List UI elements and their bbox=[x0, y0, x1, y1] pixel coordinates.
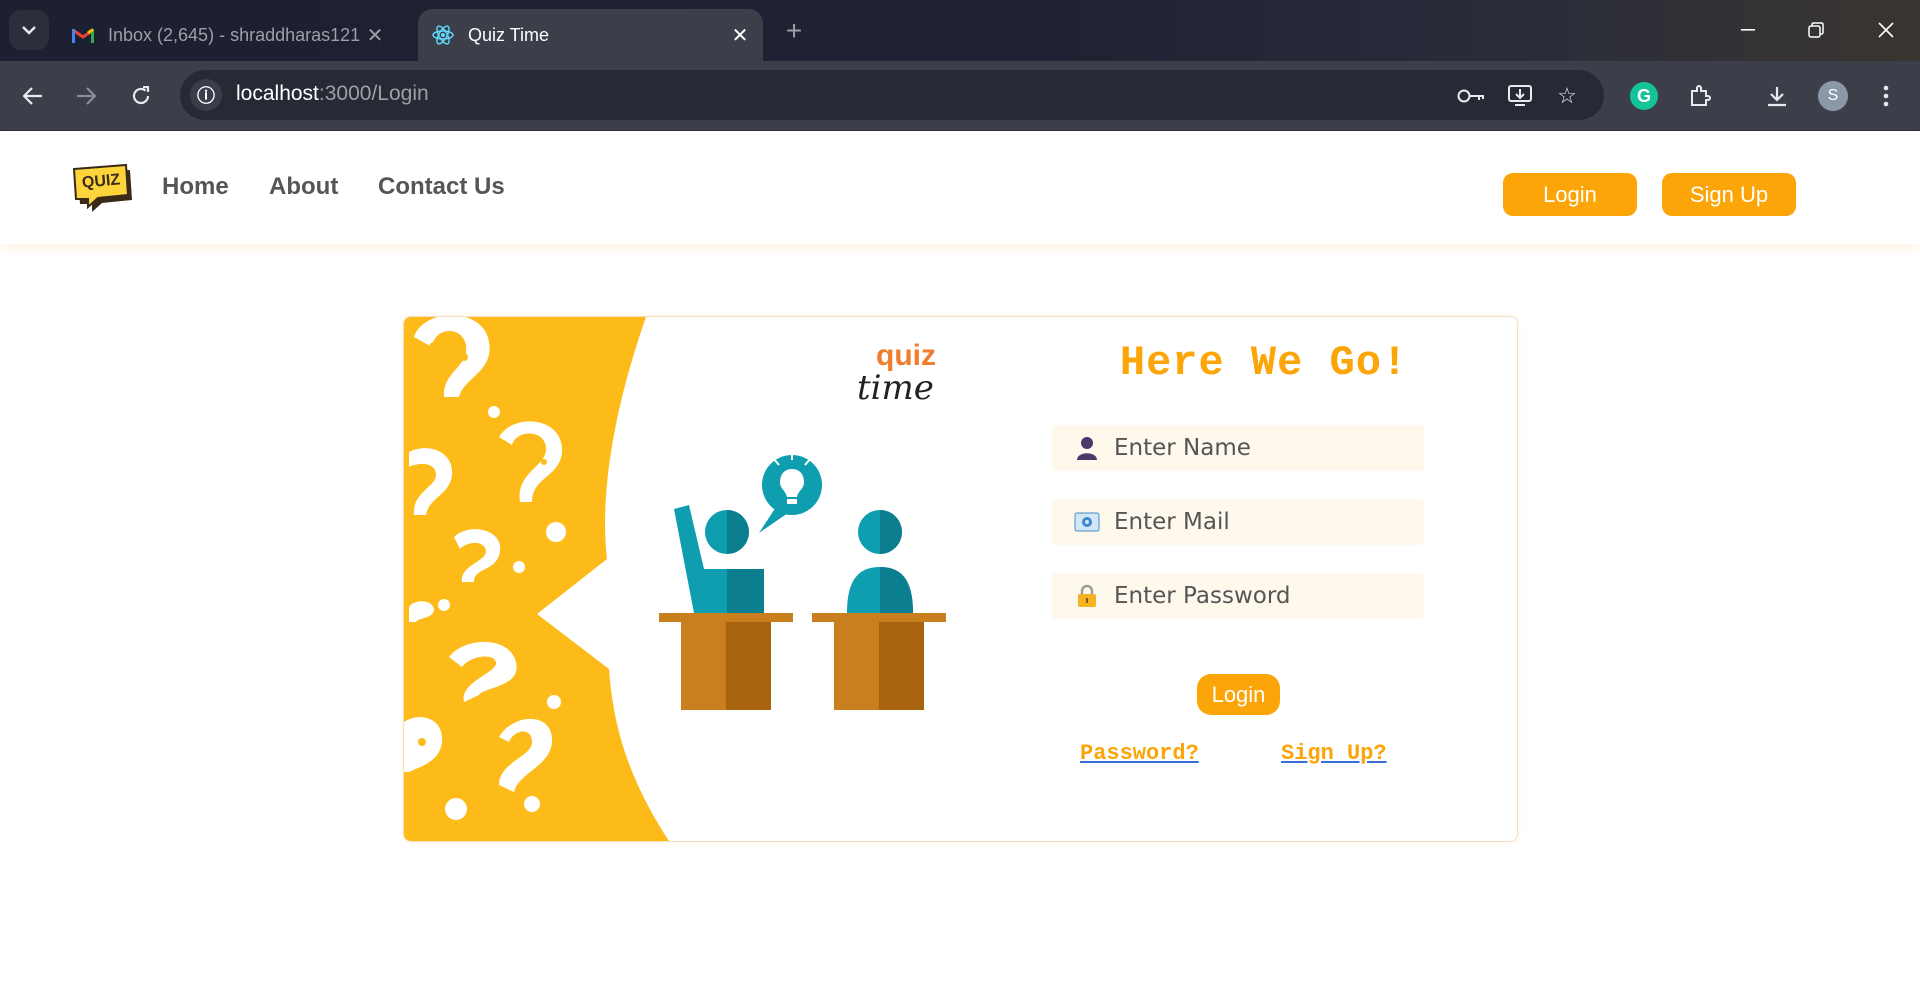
signup-link[interactable]: Sign Up? bbox=[1281, 741, 1387, 766]
reload-icon bbox=[132, 86, 150, 105]
new-tab-button[interactable]: + bbox=[776, 13, 812, 49]
profile-avatar[interactable]: S bbox=[1818, 81, 1848, 111]
gmail-icon bbox=[72, 24, 94, 46]
password-field bbox=[1052, 573, 1424, 619]
site-info-icon[interactable]: ⓘ bbox=[190, 79, 222, 111]
forward-button[interactable] bbox=[68, 78, 104, 114]
password-key-icon[interactable] bbox=[1456, 81, 1486, 111]
kebab-menu-icon[interactable] bbox=[1868, 78, 1904, 114]
react-icon bbox=[432, 24, 454, 46]
minimize-button[interactable] bbox=[1718, 10, 1778, 50]
nav-home-link[interactable]: Home bbox=[162, 173, 229, 201]
browser-tab-bar: Inbox (2,645) - shraddharas121 ✕ Quiz Ti… bbox=[0, 0, 1920, 61]
mail-field bbox=[1052, 499, 1424, 545]
restore-button[interactable] bbox=[1786, 10, 1846, 50]
chevron-down-icon bbox=[22, 25, 36, 35]
form-heading: Here We Go! bbox=[1119, 339, 1409, 387]
name-input[interactable] bbox=[1112, 434, 1416, 462]
student-raising-hand-icon bbox=[674, 505, 764, 613]
login-button[interactable]: Login bbox=[1197, 674, 1280, 715]
close-window-button[interactable] bbox=[1856, 10, 1916, 50]
restore-icon bbox=[1808, 22, 1824, 38]
password-input[interactable] bbox=[1112, 582, 1416, 610]
arrow-left-icon bbox=[23, 87, 42, 105]
login-card: quiz time Here We Go! Enter Name Enter M… bbox=[403, 316, 1518, 842]
tab-quiz-time[interactable]: Quiz Time ✕ bbox=[418, 9, 763, 61]
back-button[interactable] bbox=[15, 78, 51, 114]
brand-time-text: time bbox=[857, 368, 934, 408]
minimize-icon bbox=[1741, 29, 1755, 31]
grammarly-icon[interactable]: G bbox=[1630, 82, 1658, 110]
browser-toolbar: ⓘ localhost:3000/Login ☆ G S bbox=[0, 61, 1920, 132]
nav-contact-link[interactable]: Contact Us bbox=[378, 173, 505, 201]
close-icon bbox=[1878, 22, 1894, 38]
tab-gmail[interactable]: Inbox (2,645) - shraddharas121 ✕ bbox=[58, 9, 398, 61]
site-header: QUIZ Home About Contact Us Login Sign Up bbox=[0, 131, 1920, 244]
mail-input[interactable] bbox=[1112, 508, 1416, 536]
bookmark-star-icon[interactable]: ☆ bbox=[1552, 81, 1582, 111]
name-field bbox=[1052, 425, 1424, 471]
header-login-button[interactable]: Login bbox=[1503, 173, 1637, 216]
forgot-password-link[interactable]: Password? bbox=[1080, 741, 1199, 766]
close-icon[interactable]: ✕ bbox=[362, 23, 388, 48]
nav-about-link[interactable]: About bbox=[269, 173, 338, 201]
close-icon[interactable]: ✕ bbox=[727, 23, 753, 48]
url-text[interactable]: localhost:3000/Login bbox=[236, 82, 429, 106]
desk-icon bbox=[659, 613, 793, 710]
logo-text: QUIZ bbox=[81, 171, 121, 192]
student-icon bbox=[847, 510, 913, 613]
extensions-icon[interactable] bbox=[1682, 78, 1718, 114]
header-signup-button[interactable]: Sign Up bbox=[1662, 173, 1796, 216]
quiz-logo[interactable]: QUIZ bbox=[70, 163, 132, 212]
tab-title: Inbox (2,645) - shraddharas121 bbox=[108, 24, 361, 45]
download-icon[interactable] bbox=[1759, 78, 1795, 114]
reload-button[interactable] bbox=[123, 78, 159, 114]
quiz-illustration: quiz time bbox=[404, 317, 946, 841]
user-icon bbox=[1072, 433, 1102, 463]
mail-icon bbox=[1072, 507, 1102, 537]
lock-icon bbox=[1072, 581, 1102, 611]
tab-title: Quiz Time bbox=[468, 24, 550, 45]
lightbulb-bubble-icon bbox=[759, 452, 822, 533]
arrow-right-icon bbox=[77, 87, 96, 105]
tab-search-button[interactable] bbox=[9, 10, 49, 50]
install-app-icon[interactable] bbox=[1505, 81, 1535, 111]
desk-icon bbox=[812, 613, 946, 710]
plus-icon: + bbox=[785, 15, 803, 46]
address-bar[interactable]: ⓘ localhost:3000/Login ☆ bbox=[180, 70, 1604, 120]
